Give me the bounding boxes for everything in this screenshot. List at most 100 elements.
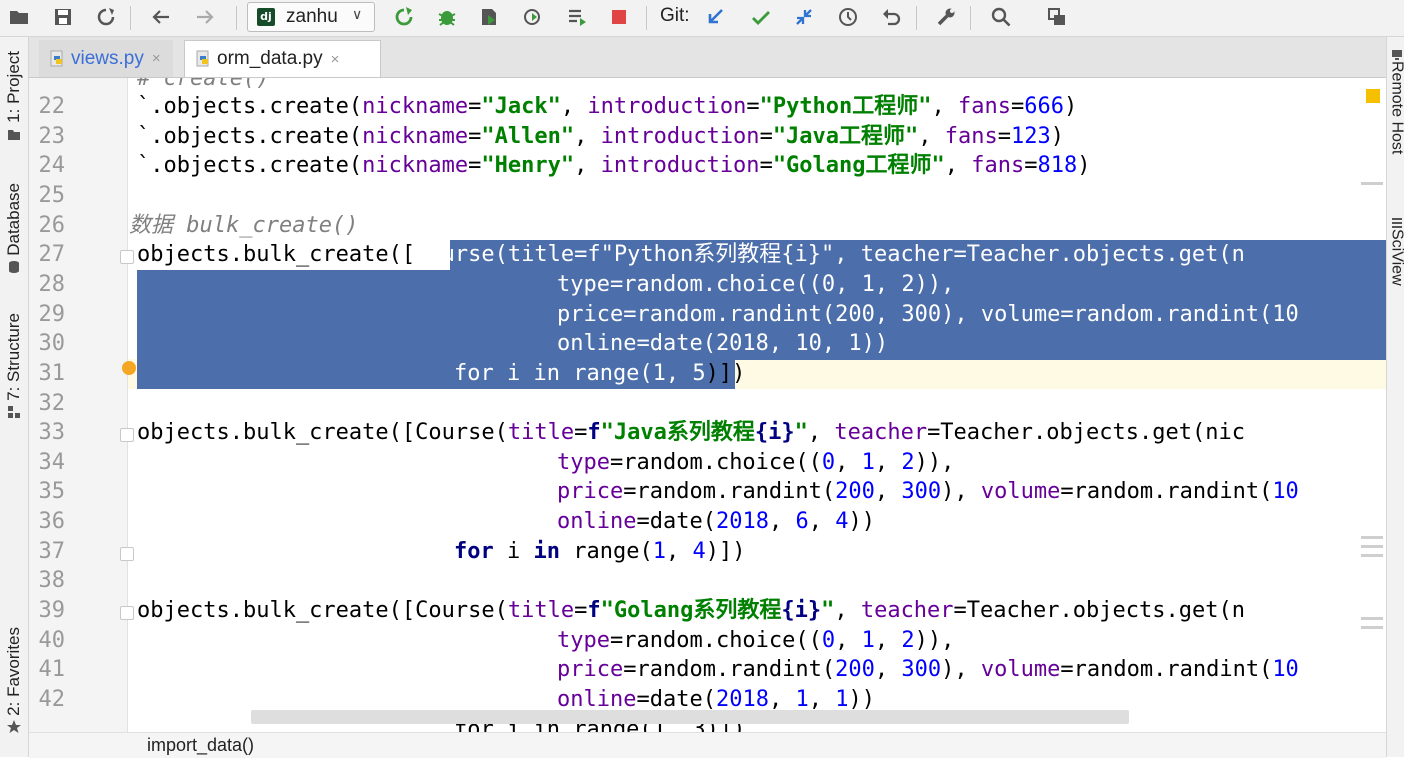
fold-marker[interactable] xyxy=(120,428,134,442)
intention-bulb-icon[interactable] xyxy=(122,361,136,375)
breadcrumb-item[interactable]: import_data() xyxy=(147,735,254,756)
line-number: 24 xyxy=(38,153,66,178)
line-number: 22 xyxy=(38,94,66,119)
sciview-tool-tab[interactable]: SciView xyxy=(1388,217,1404,286)
django-icon: dj xyxy=(257,8,275,26)
profile-icon[interactable] xyxy=(518,3,548,31)
scrollbar-marker[interactable] xyxy=(1361,554,1383,557)
vcs-commit-check-icon[interactable] xyxy=(746,3,776,31)
vcs-push-arrows-icon[interactable] xyxy=(789,3,819,31)
save-all-icon[interactable] xyxy=(48,3,78,31)
line-number: 30 xyxy=(38,331,66,356)
run-concurrency-icon[interactable] xyxy=(562,3,592,31)
python-file-icon xyxy=(50,50,63,66)
code-line: type=random.choice((0, 1, 2)), xyxy=(557,272,955,297)
editor-tab-bar: views.py × orm_data.py × xyxy=(29,37,1386,78)
vcs-update-arrow-icon[interactable] xyxy=(701,3,731,31)
code-line: objects.bulk_create([Course(title=f"Pyth… xyxy=(137,242,1245,267)
structure-icon xyxy=(8,405,20,418)
code-line: price=random.randint(200, 300), volume=r… xyxy=(557,479,1299,504)
synchronize-icon[interactable] xyxy=(91,3,121,31)
chevron-down-icon: ∨ xyxy=(352,7,363,23)
scrollbar-marker[interactable] xyxy=(1361,536,1383,539)
open-folder-icon[interactable] xyxy=(4,3,34,31)
database-icon xyxy=(9,260,19,273)
vcs-history-clock-icon[interactable] xyxy=(833,3,863,31)
rerun-icon[interactable] xyxy=(389,3,419,31)
line-number: 41 xyxy=(38,657,66,682)
line-number: 23 xyxy=(38,124,66,149)
tab-orm-data-py[interactable]: orm_data.py × xyxy=(184,40,381,77)
inspection-status-indicator[interactable] xyxy=(1366,89,1380,103)
line-number: 35 xyxy=(38,479,66,504)
tab-label: views.py xyxy=(71,47,144,69)
right-tool-window-strip: Remote Host SciView xyxy=(1386,37,1404,757)
line-number: 28 xyxy=(38,272,66,297)
python-file-icon xyxy=(196,50,209,67)
settings-wrench-icon[interactable] xyxy=(931,3,961,31)
line-number: 29 xyxy=(38,302,66,327)
line-number: 27 xyxy=(38,242,66,267)
line-number: 33 xyxy=(38,420,66,445)
tab-label: orm_data.py xyxy=(217,48,323,69)
code-line: for i in range(1, 4)]) xyxy=(454,539,746,564)
code-comment: 数据 bulk_create() xyxy=(129,213,359,238)
code-line: `.objects.create(nickname="Henry", intro… xyxy=(137,153,1091,178)
code-line: price=random.randint(200, 300), volume=r… xyxy=(557,657,1299,682)
line-number: 42 xyxy=(38,687,66,712)
scrollbar-marker[interactable] xyxy=(1361,545,1383,548)
line-number: 40 xyxy=(38,628,66,653)
code-line: online=date(2018, 10, 1)) xyxy=(557,331,889,356)
code-line: for i in range(1, 5)]) xyxy=(454,361,746,386)
code-line: type=random.choice((0, 1, 2)), xyxy=(557,450,955,475)
line-number: 36 xyxy=(38,509,66,534)
star-icon xyxy=(7,719,21,733)
back-arrow-icon[interactable] xyxy=(146,3,176,31)
forward-arrow-icon[interactable] xyxy=(190,3,220,31)
code-line: `.objects.create(nickname="Jack", introd… xyxy=(137,94,1078,119)
run-configuration-name: zanhu xyxy=(286,6,338,27)
code-line: type=random.choice((0, 1, 2)), xyxy=(557,628,955,653)
line-number: 32 xyxy=(38,391,66,416)
line-number: 34 xyxy=(38,450,66,475)
left-tool-window-strip: 1: Project Database 7: Structure 2: Favo… xyxy=(0,37,29,757)
fold-marker[interactable] xyxy=(120,250,134,264)
line-number: 38 xyxy=(38,568,66,593)
code-line: `.objects.create(nickname="Allen", intro… xyxy=(137,124,1065,149)
fold-marker[interactable] xyxy=(120,547,134,561)
vcs-rollback-icon[interactable] xyxy=(876,3,906,31)
horizontal-scrollbar[interactable] xyxy=(251,710,1129,724)
line-number: 39 xyxy=(38,598,66,623)
database-tool-tab[interactable]: Database xyxy=(2,183,26,274)
line-number: 37 xyxy=(38,539,66,564)
favorites-tool-tab[interactable]: 2: Favorites xyxy=(2,627,26,734)
code-line: objects.bulk_create([Course(title=f"Gola… xyxy=(137,598,1245,623)
line-number: 26 xyxy=(38,213,66,238)
project-folder-icon xyxy=(8,129,20,140)
run-configuration-select[interactable]: dj zanhu ∨ xyxy=(247,2,375,32)
main-toolbar: dj zanhu ∨ Git: xyxy=(0,0,1404,37)
code-line: objects.bulk_create([Course(title=f"Java… xyxy=(137,420,1245,445)
scrollbar-marker[interactable] xyxy=(1361,617,1383,620)
remote-host-icon xyxy=(1391,50,1402,60)
structure-tool-tab[interactable]: 7: Structure xyxy=(2,313,26,419)
code-editor[interactable]: 22 23 24 25 26 27 28 29 30 31 32 33 34 3… xyxy=(29,78,1386,732)
code-line: price=random.randint(200, 300), volume=r… xyxy=(557,302,1299,327)
search-icon[interactable] xyxy=(986,3,1016,31)
line-number: 31 xyxy=(38,361,66,386)
code-line: online=date(2018, 6, 4)) xyxy=(557,509,875,534)
git-label: Git: xyxy=(660,5,690,26)
tab-views-py[interactable]: views.py × xyxy=(39,40,173,77)
project-tool-tab[interactable]: 1: Project xyxy=(2,51,26,141)
run-with-coverage-icon[interactable] xyxy=(474,3,504,31)
stop-icon[interactable] xyxy=(604,3,634,31)
scrollbar-marker[interactable] xyxy=(1361,182,1383,185)
debug-bug-icon[interactable] xyxy=(432,3,462,31)
remote-host-tool-tab[interactable]: Remote Host xyxy=(1388,49,1404,154)
terminal-window-icon[interactable] xyxy=(1042,3,1072,31)
scrollbar-marker[interactable] xyxy=(1361,626,1383,629)
close-icon[interactable]: × xyxy=(331,51,340,68)
line-number: 25 xyxy=(38,183,66,208)
fold-marker[interactable] xyxy=(120,606,134,620)
close-icon[interactable]: × xyxy=(152,50,161,67)
